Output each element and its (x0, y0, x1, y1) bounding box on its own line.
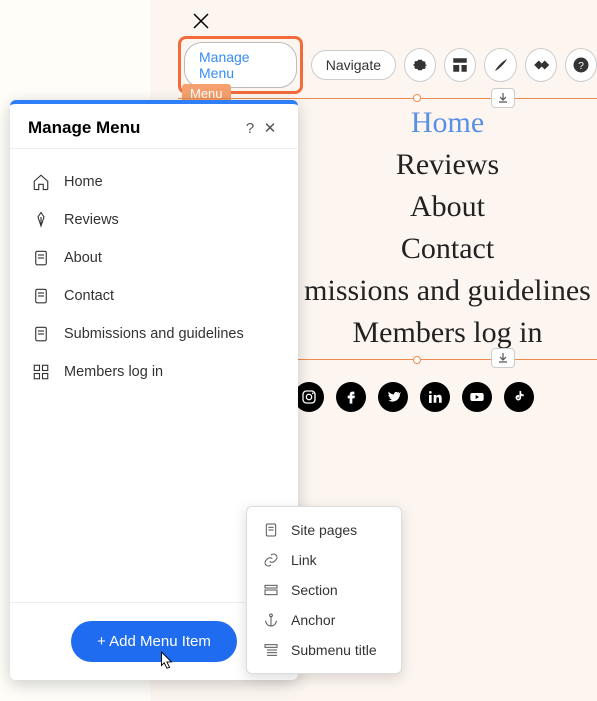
menu-item-label: Reviews (64, 212, 119, 228)
page-icon (263, 522, 279, 538)
nav-reviews[interactable]: Reviews (298, 144, 597, 186)
dropdown-label: Link (291, 552, 317, 568)
add-menu-item-button[interactable]: + Add Menu Item (71, 621, 237, 662)
tiktok-icon[interactable] (504, 382, 534, 412)
menu-item-label: Contact (64, 288, 114, 304)
social-row (294, 382, 534, 412)
dropdown-anchor[interactable]: Anchor (247, 605, 401, 635)
help-icon[interactable]: ? (240, 120, 260, 137)
twitter-icon[interactable] (378, 382, 408, 412)
submenu-icon (263, 642, 279, 658)
link-icon (263, 552, 279, 568)
navigate-button[interactable]: Navigate (311, 50, 396, 80)
animation-icon[interactable] (525, 48, 557, 82)
canvas-nav: Home Reviews About Contact missions and … (298, 102, 597, 354)
menu-item-reviews[interactable]: Reviews (10, 201, 298, 239)
menu-item-members[interactable]: Members log in (10, 353, 298, 391)
section-icon (263, 582, 279, 598)
youtube-icon[interactable] (462, 382, 492, 412)
add-item-dropdown: Site pages Link Section Anchor Submenu t… (246, 506, 402, 674)
grid-icon (32, 363, 50, 381)
cursor-icon (157, 650, 175, 672)
dropdown-site-pages[interactable]: Site pages (247, 515, 401, 545)
linkedin-icon[interactable] (420, 382, 450, 412)
menu-item-about[interactable]: About (10, 239, 298, 277)
instagram-icon[interactable] (294, 382, 324, 412)
dropdown-section[interactable]: Section (247, 575, 401, 605)
svg-text:?: ? (578, 60, 584, 72)
nav-members[interactable]: Members log in (298, 312, 597, 354)
gear-icon[interactable] (404, 48, 436, 82)
anchor-icon (263, 612, 279, 628)
page-icon (32, 249, 50, 267)
menu-item-label: Home (64, 174, 103, 190)
dropdown-label: Submenu title (291, 642, 377, 658)
page-icon (32, 287, 50, 305)
menu-item-label: Submissions and guidelines (64, 326, 244, 342)
menu-item-submissions[interactable]: Submissions and guidelines (10, 315, 298, 353)
panel-header: Manage Menu ? ✕ (10, 104, 298, 149)
dropdown-label: Anchor (291, 612, 335, 628)
dropdown-link[interactable]: Link (247, 545, 401, 575)
dropdown-label: Site pages (291, 522, 357, 538)
menu-item-home[interactable]: Home (10, 163, 298, 201)
menu-item-label: Members log in (64, 364, 163, 380)
facebook-icon[interactable] (336, 382, 366, 412)
manage-menu-button[interactable]: Manage Menu (184, 42, 297, 88)
panel-title: Manage Menu (28, 118, 240, 138)
close-icon[interactable] (192, 10, 210, 36)
toolbar: Manage Menu Navigate ? (178, 36, 597, 94)
menu-item-label: About (64, 250, 102, 266)
pen-icon (32, 211, 50, 229)
layout-icon[interactable] (444, 48, 476, 82)
help-icon[interactable]: ? (565, 48, 597, 82)
home-icon (32, 173, 50, 191)
page-icon (32, 325, 50, 343)
dropdown-label: Section (291, 582, 338, 598)
nav-contact[interactable]: Contact (298, 228, 597, 270)
close-icon[interactable]: ✕ (260, 119, 280, 137)
dropdown-submenu[interactable]: Submenu title (247, 635, 401, 665)
nav-about[interactable]: About (298, 186, 597, 228)
nav-submissions[interactable]: missions and guidelines (298, 270, 597, 312)
nav-home[interactable]: Home (298, 102, 597, 144)
download-icon[interactable] (491, 88, 515, 108)
download-icon[interactable] (491, 348, 515, 368)
brush-icon[interactable] (484, 48, 516, 82)
menu-item-contact[interactable]: Contact (10, 277, 298, 315)
